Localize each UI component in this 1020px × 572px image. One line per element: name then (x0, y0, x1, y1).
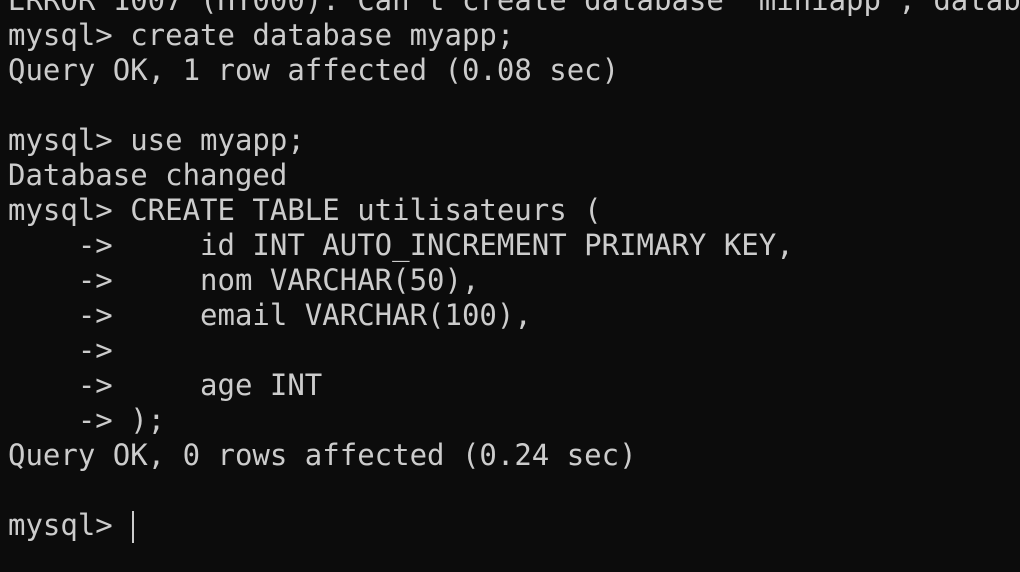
result-line: Query OK, 0 rows affected (0.24 sec) (8, 438, 637, 472)
continuation-line: -> email VARCHAR(100), (8, 298, 532, 332)
continuation-line: -> (8, 333, 113, 367)
continuation-line: -> id INT AUTO_INCREMENT PRIMARY KEY, (8, 228, 794, 262)
command-line: mysql> CREATE TABLE utilisateurs ( (8, 193, 602, 227)
result-line: Query OK, 1 row affected (0.08 sec) (8, 53, 620, 87)
continuation-line: -> nom VARCHAR(50), (8, 263, 480, 297)
terminal-output: ERROR 1007 (HY000): Can't create databas… (8, 0, 1020, 543)
prompt-text: mysql> (8, 508, 131, 542)
terminal-window[interactable]: ERROR 1007 (HY000): Can't create databas… (0, 0, 1020, 572)
error-line: ERROR 1007 (HY000): Can't create databas… (8, 0, 1020, 17)
result-line: Database changed (8, 158, 288, 192)
prompt-line[interactable]: mysql> (8, 508, 1020, 543)
command-line: mysql> use myapp; (8, 123, 305, 157)
command-line: mysql> create database myapp; (8, 18, 515, 52)
continuation-line: -> age INT (8, 368, 323, 402)
text-cursor (132, 511, 135, 543)
continuation-line: -> ); (8, 403, 166, 437)
